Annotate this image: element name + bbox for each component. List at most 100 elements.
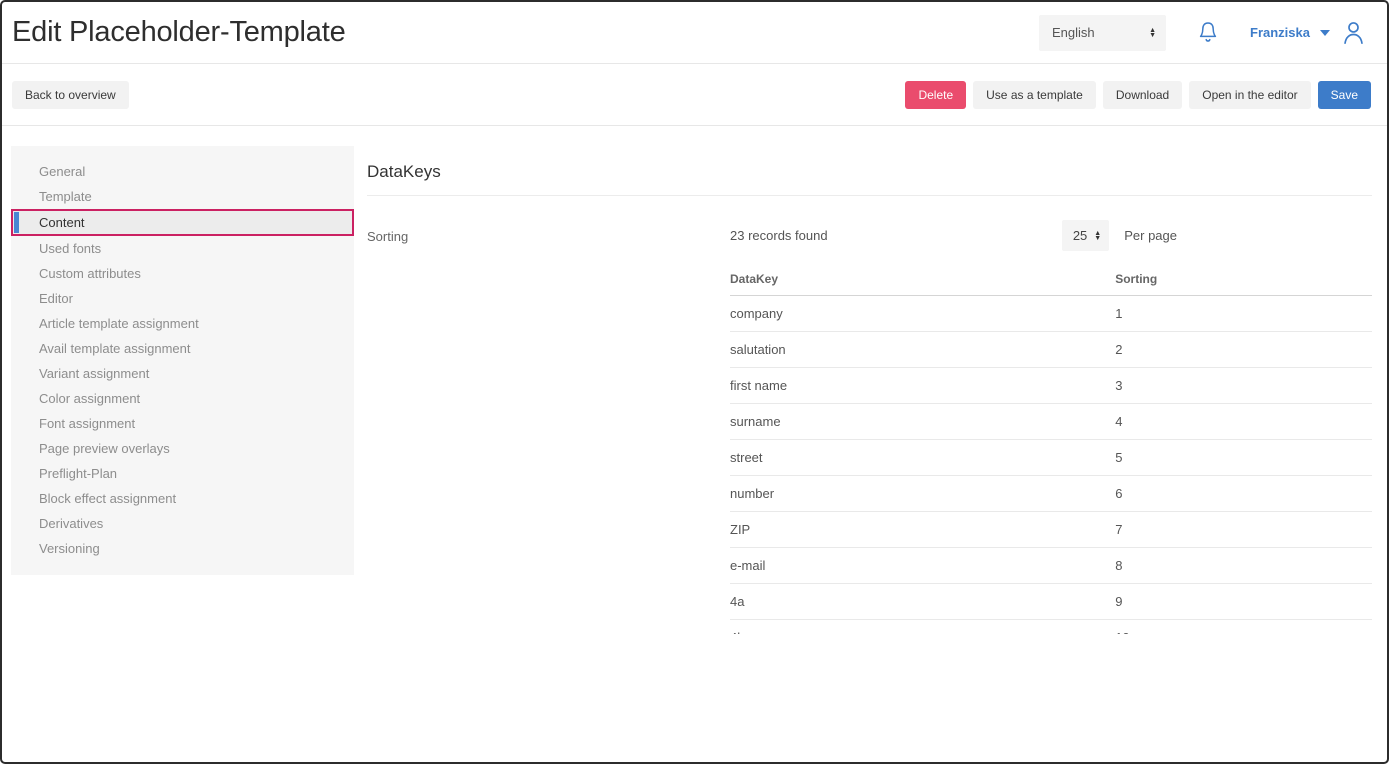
updown-arrows-icon: ▲▼ [1094,231,1101,241]
cell-sorting: 5 [1115,440,1372,476]
cell-sorting: 3 [1115,368,1372,404]
app-window: Edit Placeholder-Template English ▲▼ Fra… [0,0,1389,764]
per-page-value: 25 [1073,228,1087,243]
cell-sorting: 2 [1115,332,1372,368]
per-page-label: Per page [1124,228,1177,243]
sidebar-item-label: Avail template assignment [39,341,191,356]
table-header-row: DataKey Sorting [730,272,1372,296]
table-row[interactable]: surname4 [730,404,1372,440]
datakeys-table-container: DataKey Sorting company1salutation2first… [730,272,1372,634]
header-controls: English ▲▼ Franziska [1039,15,1367,51]
sidebar-item-article-template-assignment[interactable]: Article template assignment [11,311,354,336]
sidebar-nav: General Template Content Used fonts Custom a… [11,146,354,575]
table-row[interactable]: 4b10 [730,620,1372,635]
section-divider [367,195,1372,196]
user-name[interactable]: Franziska [1250,25,1310,40]
cell-datakey: company [730,296,1115,332]
sidebar-item-editor[interactable]: Editor [11,286,354,311]
user-menu-button[interactable] [1340,19,1367,46]
datakeys-table: DataKey Sorting company1salutation2first… [730,272,1372,634]
datakeys-panel: 23 records found 25 ▲▼ Per page [730,220,1372,634]
sidebar-item-block-effect-assignment[interactable]: Block effect assignment [11,486,354,511]
sidebar-item-label: Variant assignment [39,366,149,381]
sidebar-item-custom-attributes[interactable]: Custom attributes [11,261,354,286]
sidebar-item-used-fonts[interactable]: Used fonts [11,236,354,261]
sidebar-item-page-preview-overlays[interactable]: Page preview overlays [11,436,354,461]
sidebar-item-label: Editor [39,291,73,306]
content-columns: Sorting 23 records found 25 ▲▼ Per page [367,220,1372,634]
cell-sorting: 4 [1115,404,1372,440]
sidebar-item-label: Font assignment [39,416,135,431]
table-row[interactable]: street5 [730,440,1372,476]
cell-datakey: 4b [730,620,1115,635]
cell-sorting: 7 [1115,512,1372,548]
caret-down-icon[interactable] [1320,30,1330,36]
sidebar-item-label: Preflight-Plan [39,466,117,481]
bell-icon [1196,20,1220,46]
page-body: General Template Content Used fonts Custom a… [2,126,1387,634]
sidebar-item-template[interactable]: Template [11,184,354,209]
sidebar-item-general[interactable]: General [11,159,354,184]
page-header: Edit Placeholder-Template English ▲▼ Fra… [2,2,1387,64]
sidebar-item-label: Color assignment [39,391,140,406]
cell-sorting: 10 [1115,620,1372,635]
sidebar-item-label: Block effect assignment [39,491,176,506]
table-row[interactable]: salutation2 [730,332,1372,368]
active-indicator-bar [14,212,19,233]
table-row[interactable]: 4a9 [730,584,1372,620]
cell-sorting: 6 [1115,476,1372,512]
table-row[interactable]: e-mail8 [730,548,1372,584]
sidebar-item-color-assignment[interactable]: Color assignment [11,386,354,411]
sidebar-item-derivatives[interactable]: Derivatives [11,511,354,536]
records-row: 23 records found 25 ▲▼ Per page [730,220,1372,251]
notifications-button[interactable] [1196,20,1220,46]
cell-datakey: 4a [730,584,1115,620]
column-header-sorting: Sorting [1115,272,1372,296]
sidebar-item-label: Content [39,215,85,230]
column-header-datakey: DataKey [730,272,1115,296]
cell-datakey: number [730,476,1115,512]
cell-sorting: 8 [1115,548,1372,584]
page-title: Edit Placeholder-Template [12,16,346,49]
cell-sorting: 1 [1115,296,1372,332]
action-toolbar: Back to overview Delete Use as a templat… [2,64,1387,126]
sidebar-item-label: Template [39,189,92,204]
back-to-overview-button[interactable]: Back to overview [12,81,129,109]
delete-button[interactable]: Delete [905,81,966,109]
sidebar-item-label: Article template assignment [39,316,199,331]
sidebar-item-versioning[interactable]: Versioning [11,536,354,561]
cell-datakey: surname [730,404,1115,440]
use-as-template-button[interactable]: Use as a template [973,81,1096,109]
main-content: DataKeys Sorting 23 records found 25 ▲▼ … [367,146,1372,634]
per-page-select[interactable]: 25 ▲▼ [1062,220,1109,251]
sidebar-item-preflight-plan[interactable]: Preflight-Plan [11,461,354,486]
language-select-value: English [1052,25,1095,40]
per-page-group: 25 ▲▼ Per page [1062,220,1177,251]
table-row[interactable]: ZIP7 [730,512,1372,548]
cell-datakey: street [730,440,1115,476]
open-in-editor-button[interactable]: Open in the editor [1189,81,1310,109]
sidebar-item-content[interactable]: Content [11,209,354,236]
toolbar-actions: Delete Use as a template Download Open i… [905,81,1371,109]
sorting-field-label: Sorting [367,220,730,634]
table-row[interactable]: first name3 [730,368,1372,404]
cell-datakey: first name [730,368,1115,404]
language-select[interactable]: English ▲▼ [1039,15,1166,51]
sidebar-item-variant-assignment[interactable]: Variant assignment [11,361,354,386]
sidebar-item-avail-template-assignment[interactable]: Avail template assignment [11,336,354,361]
download-button[interactable]: Download [1103,81,1182,109]
section-title: DataKeys [367,162,1372,182]
save-button[interactable]: Save [1318,81,1371,109]
updown-arrows-icon: ▲▼ [1149,28,1156,38]
sidebar-item-label: Derivatives [39,516,103,531]
sidebar-item-label: Custom attributes [39,266,141,281]
cell-datakey: salutation [730,332,1115,368]
sidebar-item-label: Versioning [39,541,100,556]
cell-datakey: e-mail [730,548,1115,584]
sidebar-item-label: Page preview overlays [39,441,170,456]
cell-datakey: ZIP [730,512,1115,548]
person-icon [1340,19,1367,46]
table-row[interactable]: number6 [730,476,1372,512]
table-row[interactable]: company1 [730,296,1372,332]
sidebar-item-font-assignment[interactable]: Font assignment [11,411,354,436]
